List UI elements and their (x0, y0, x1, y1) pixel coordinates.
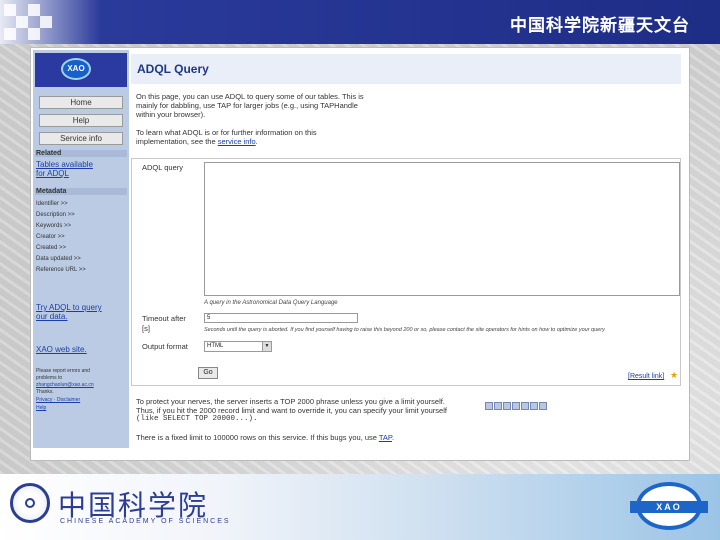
mail-icon[interactable] (512, 402, 520, 410)
output-format-select[interactable]: HTML ▼ (204, 341, 272, 352)
bottom-banner: 中国科学院 CHINESE ACADEMY OF SCIENCES (0, 474, 720, 540)
footer-text-2: Thus, if you hit the 2000 record limit a… (136, 406, 447, 415)
intro-text-1: On this page, you can use ADQL to query … (136, 92, 364, 101)
timeout-hint: Seconds until the query is aborted. If y… (204, 327, 605, 333)
tables-available-link[interactable]: Tables available for ADQL (36, 160, 96, 178)
metadata-identifier[interactable]: Identifier >> (36, 201, 68, 207)
metadata-created[interactable]: Created >> (36, 245, 66, 251)
share-icons (485, 397, 557, 410)
report-note: Please report errors and problems to (36, 368, 90, 381)
metadata-description[interactable]: Description >> (36, 212, 75, 218)
try-adql-link[interactable]: Try ADQL to query our data. (36, 303, 102, 321)
metadata-keywords[interactable]: Keywords >> (36, 223, 71, 229)
result-link[interactable]: [Result link] (628, 373, 664, 380)
query-hint: A query in the Astronomical Data Query L… (204, 300, 338, 306)
link-icon[interactable] (503, 402, 511, 410)
xao-logo[interactable]: XAO (35, 53, 127, 87)
output-format-label: Output format (142, 342, 188, 351)
info-text-1: To learn what ADQL is or for further inf… (136, 128, 317, 137)
chevron-down-icon: ▼ (262, 342, 271, 351)
page-title: ADQL Query (137, 62, 209, 76)
print-icon[interactable] (521, 402, 529, 410)
contact-email-link[interactable]: zhangchaolun@xao.ac.cn (36, 382, 94, 389)
main-content: ADQL Query On this page, you can use ADQ… (131, 50, 687, 458)
timeout-label: Timeout after (142, 314, 186, 323)
star-icon[interactable]: ★ (670, 370, 678, 381)
star-icon[interactable] (530, 402, 538, 410)
metadata-heading: Metadata (35, 188, 127, 195)
xao-website-link[interactable]: XAO web site. (36, 345, 87, 354)
metadata-reference-url[interactable]: Reference URL >> (36, 267, 86, 273)
info-text-2: implementation, see the service info. (136, 137, 258, 146)
timeout-input[interactable]: 5 (204, 313, 358, 323)
query-label: ADQL query (142, 163, 183, 172)
cas-english-name: CHINESE ACADEMY OF SCIENCES (60, 518, 231, 525)
timeout-unit-label: [s] (142, 324, 150, 333)
browser-screenshot: XAO Home Help Service info Related Table… (30, 47, 690, 461)
slide-header-bar: 中国科学院新疆天文台 (0, 0, 720, 44)
tool-icon[interactable] (539, 402, 547, 410)
nav-service-info-button[interactable]: Service info (39, 132, 123, 145)
sidebar: XAO Home Help Service info Related Table… (33, 50, 129, 448)
intro-text-2: mainly for dabbling, use TAP for larger … (136, 101, 358, 110)
tap-link[interactable]: TAP (379, 433, 392, 442)
footer-text-1: To protect your nerves, the server inser… (136, 397, 445, 406)
privacy-disclaimer-link[interactable]: Privacy · Disclaimer (36, 397, 80, 404)
share-icon[interactable] (494, 402, 502, 410)
nav-help-button[interactable]: Help (39, 114, 123, 127)
query-form: ADQL query A query in the Astronomical D… (131, 158, 681, 386)
intro-text-3: within your browser). (136, 110, 206, 119)
go-button[interactable]: Go (198, 367, 218, 379)
bookmark-icon[interactable] (485, 402, 493, 410)
service-info-link[interactable]: service info (218, 137, 256, 146)
cas-seal-icon (10, 483, 50, 523)
related-heading: Related (35, 150, 127, 157)
xao-badge-bar: XAO (630, 501, 708, 513)
checker-decoration (0, 0, 64, 44)
adql-query-textarea[interactable] (204, 162, 680, 296)
page-title-bar: ADQL Query (131, 54, 681, 84)
footer-text-3: (like SELECT TOP 20000...). (136, 415, 258, 423)
metadata-creator[interactable]: Creator >> (36, 234, 65, 240)
footer-text-4: There is a fixed limit to 100000 rows on… (136, 433, 395, 442)
xao-logo-icon: XAO (61, 58, 91, 80)
thanks-note: Thanks. (36, 389, 54, 395)
help-link[interactable]: Help (36, 405, 46, 412)
nav-home-button[interactable]: Home (39, 96, 123, 109)
xao-badge: XAO (630, 478, 710, 536)
slide-title: 中国科学院新疆天文台 (510, 16, 690, 36)
metadata-data-updated[interactable]: Data updated >> (36, 256, 81, 262)
